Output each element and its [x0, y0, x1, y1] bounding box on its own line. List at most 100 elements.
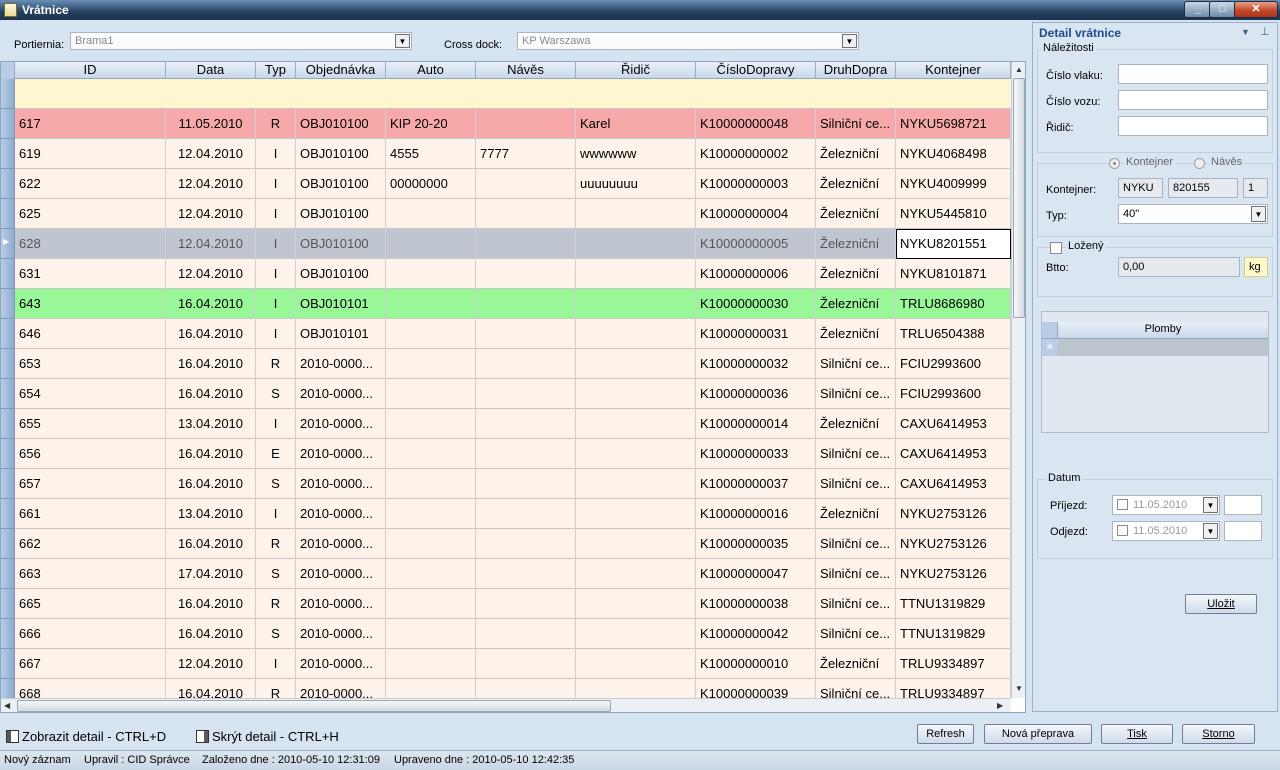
cell-objednavka[interactable]: 2010-0000... — [296, 589, 386, 619]
column-header-ridic[interactable]: Řidič — [576, 62, 696, 79]
cell-naves[interactable] — [476, 469, 576, 499]
cell-data[interactable]: 16.04.2010 — [166, 439, 256, 469]
typ-select[interactable]: 40" ▼ — [1118, 204, 1268, 224]
row-selector[interactable] — [1, 109, 15, 139]
scroll-up-icon[interactable]: ▲ — [1015, 65, 1023, 74]
cell-auto[interactable] — [386, 559, 476, 589]
cell-id[interactable]: 666 — [15, 619, 166, 649]
lozeny-checkbox[interactable] — [1050, 242, 1062, 254]
cell-id[interactable]: 617 — [15, 109, 166, 139]
cell-druhdopra[interactable]: Železniční — [816, 229, 896, 259]
minimize-button[interactable]: _ — [1184, 1, 1211, 18]
ulozit-button[interactable]: Uložit — [1185, 594, 1257, 614]
maximize-button[interactable]: □ — [1209, 1, 1236, 18]
table-row[interactable]: 661 13.04.2010 I 2010-0000... K10000000016 Že… — [1, 499, 1011, 529]
cell-druhdopra[interactable]: Silniční ce... — [816, 439, 896, 469]
cell-kontejner[interactable]: TTNU1319829 — [896, 619, 1011, 649]
row-selector[interactable] — [1, 559, 15, 589]
cell-ridic[interactable] — [576, 229, 696, 259]
cell-id[interactable]: 663 — [15, 559, 166, 589]
column-header-id[interactable]: ID — [15, 62, 166, 79]
cell-id[interactable]: 656 — [15, 439, 166, 469]
cell-auto[interactable] — [386, 529, 476, 559]
cell-cislodopravy[interactable]: K10000000002 — [696, 139, 816, 169]
crossdock-select[interactable]: KP Warszawa ▼ — [517, 32, 859, 50]
table-row[interactable]: 617 11.05.2010 R OBJ010100 KIP 20-20 Karel K10… — [1, 109, 1011, 139]
cell-kontejner[interactable]: CAXU6414953 — [896, 439, 1011, 469]
table-row[interactable]: 654 16.04.2010 S 2010-0000... K10000000036 Si… — [1, 379, 1011, 409]
cell-objednavka[interactable]: 2010-0000... — [296, 409, 386, 439]
column-header-data[interactable]: Data — [166, 62, 256, 79]
column-header-druhdopra[interactable]: DruhDopra — [816, 62, 896, 79]
cell-data[interactable]: 17.04.2010 — [166, 559, 256, 589]
chevron-down-icon[interactable]: ▼ — [1251, 206, 1266, 222]
row-selector[interactable] — [1, 169, 15, 199]
cell-id[interactable]: 646 — [15, 319, 166, 349]
cell-naves[interactable] — [476, 169, 576, 199]
cell-naves[interactable] — [476, 439, 576, 469]
tisk-button[interactable]: Tisk — [1101, 724, 1173, 744]
cell-data[interactable]: 12.04.2010 — [166, 259, 256, 289]
cell-auto[interactable]: KIP 20-20 — [386, 109, 476, 139]
cell-naves[interactable] — [476, 349, 576, 379]
cell-ridic[interactable]: uuuuuuuu — [576, 169, 696, 199]
cell-objednavka[interactable]: 2010-0000... — [296, 649, 386, 679]
prijezd-time[interactable] — [1224, 495, 1262, 515]
cell-kontejner[interactable]: NYKU5445810 — [896, 199, 1011, 229]
row-selector[interactable] — [1, 349, 15, 379]
cell-typ[interactable]: I — [256, 199, 296, 229]
cell-druhdopra[interactable]: Železniční — [816, 259, 896, 289]
btto-input[interactable]: 0,00 — [1118, 257, 1240, 277]
column-header-typ[interactable]: Typ — [256, 62, 296, 79]
cell-auto[interactable] — [386, 379, 476, 409]
odjezd-date-picker[interactable]: 11.05.2010 ▼ — [1112, 521, 1220, 541]
table-row[interactable]: 667 12.04.2010 I 2010-0000... K10000000010 Že… — [1, 649, 1011, 679]
cell-naves[interactable] — [476, 229, 576, 259]
plomby-column-header[interactable]: Plomby — [1058, 323, 1268, 335]
row-selector[interactable] — [1, 469, 15, 499]
cell-typ[interactable]: I — [256, 319, 296, 349]
cell-ridic[interactable] — [576, 319, 696, 349]
pin-icon[interactable]: ⊥ — [1260, 25, 1270, 38]
scroll-right-icon[interactable]: ▶ — [997, 701, 1003, 710]
table-row[interactable]: 622 12.04.2010 I OBJ010100 00000000 uuuuuuuu K… — [1, 169, 1011, 199]
cell-objednavka[interactable]: 2010-0000... — [296, 559, 386, 589]
table-row[interactable]: 657 16.04.2010 S 2010-0000... K10000000037 Si… — [1, 469, 1011, 499]
cell-data[interactable]: 13.04.2010 — [166, 499, 256, 529]
cell-ridic[interactable] — [576, 349, 696, 379]
cell-druhdopra[interactable]: Železniční — [816, 169, 896, 199]
cell-id[interactable]: 631 — [15, 259, 166, 289]
cell-objednavka[interactable]: 2010-0000... — [296, 469, 386, 499]
cell-objednavka[interactable]: 2010-0000... — [296, 439, 386, 469]
plomby-new-row[interactable]: ✳ — [1042, 339, 1268, 356]
cell-data[interactable]: 12.04.2010 — [166, 649, 256, 679]
cell-ridic[interactable] — [576, 499, 696, 529]
odjezd-checkbox[interactable] — [1117, 525, 1128, 536]
row-selector[interactable] — [1, 319, 15, 349]
scroll-left-icon[interactable]: ◀ — [4, 701, 10, 710]
cell-typ[interactable]: I — [256, 289, 296, 319]
cell-cislodopravy[interactable]: K10000000035 — [696, 529, 816, 559]
cell-naves[interactable] — [476, 289, 576, 319]
cell-id[interactable]: 654 — [15, 379, 166, 409]
cell-objednavka[interactable]: 2010-0000... — [296, 499, 386, 529]
cell-objednavka[interactable]: OBJ010101 — [296, 289, 386, 319]
column-header-auto[interactable]: Auto — [386, 62, 476, 79]
cell-data[interactable]: 16.04.2010 — [166, 289, 256, 319]
cell-kontejner[interactable]: NYKU2753126 — [896, 559, 1011, 589]
kontejner-number[interactable]: 820155 — [1168, 178, 1238, 198]
cell-druhdopra[interactable]: Železniční — [816, 499, 896, 529]
cell-typ[interactable]: I — [256, 499, 296, 529]
cell-typ[interactable]: I — [256, 139, 296, 169]
cell-ridic[interactable] — [576, 409, 696, 439]
cell-ridic[interactable] — [576, 619, 696, 649]
panel-dropdown-icon[interactable]: ▼ — [1241, 27, 1250, 37]
cell-cislodopravy[interactable]: K10000000006 — [696, 259, 816, 289]
cell-kontejner[interactable]: TTNU1319829 — [896, 589, 1011, 619]
cell-druhdopra[interactable]: Železniční — [816, 199, 896, 229]
row-selector[interactable] — [1, 289, 15, 319]
cell-cislodopravy[interactable]: K10000000030 — [696, 289, 816, 319]
cell-objednavka[interactable]: OBJ010100 — [296, 229, 386, 259]
cell-cislodopravy[interactable]: K10000000038 — [696, 589, 816, 619]
cell-data[interactable]: 16.04.2010 — [166, 319, 256, 349]
